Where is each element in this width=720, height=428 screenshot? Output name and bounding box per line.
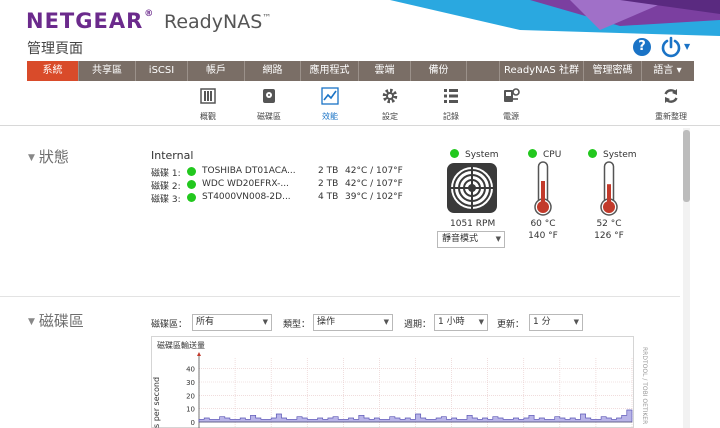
chart-y-tick-label: 20 bbox=[186, 392, 195, 400]
chart-y-tick-label: 10 bbox=[186, 406, 195, 414]
chart-series-area bbox=[198, 409, 633, 423]
throughput-chart: 40 30 20 10 0 bbox=[186, 352, 633, 428]
chart-y-tick-label: 40 bbox=[186, 366, 195, 374]
chart-axis-arrow bbox=[197, 352, 201, 356]
chart-y-tick-label: 30 bbox=[186, 379, 195, 387]
chart-y-tick-label: 0 bbox=[191, 419, 195, 427]
